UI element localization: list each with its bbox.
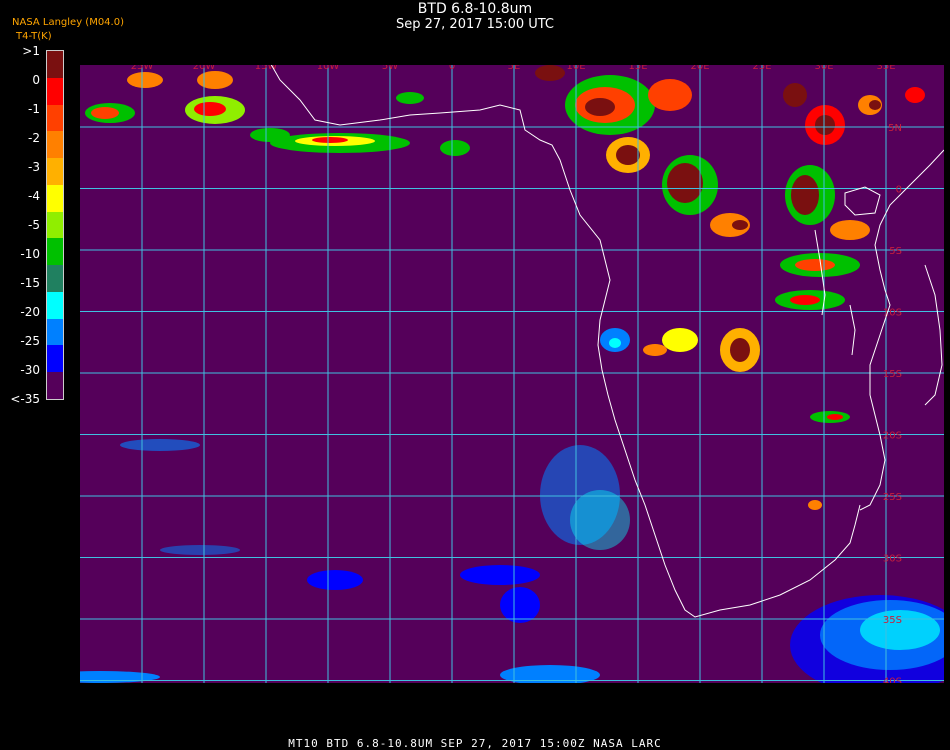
colorbar-label: -4 xyxy=(28,189,40,203)
source-label: NASA Langley (M04.0) xyxy=(12,17,124,28)
colorbar-label: 0 xyxy=(32,73,40,87)
colorbar-label: -25 xyxy=(20,334,40,348)
colorbar-segment xyxy=(47,372,63,399)
colorbar-segment xyxy=(47,345,63,373)
colorbar-segment xyxy=(47,104,63,132)
satellite-map: 25W 20W 15W 10W 5W 0 5E 10E 15E 20E 25E 30E 35E5N05S… xyxy=(80,65,944,683)
latitude-label: 20S xyxy=(883,431,902,442)
latitude-label: 35S xyxy=(883,615,902,626)
latitude-label: 5S xyxy=(889,246,902,257)
colorbar-segment xyxy=(47,211,63,239)
colorbar-segment xyxy=(47,184,63,212)
longitude-label: 15E xyxy=(628,65,647,72)
longitude-label: 30E xyxy=(814,65,833,72)
colorbar-segment xyxy=(47,77,63,105)
longitude-label: 5W xyxy=(382,65,398,72)
colorbar-label: -1 xyxy=(28,102,40,116)
colorbar-label: >1 xyxy=(22,44,40,58)
colorbar-label: -20 xyxy=(20,305,40,319)
colorbar-label: -15 xyxy=(20,276,40,290)
colorbar-segment xyxy=(47,238,63,266)
map-title: BTD 6.8-10.8um xyxy=(417,1,533,17)
colorbar-label: -30 xyxy=(20,363,40,377)
longitude-label: 0 xyxy=(449,65,455,72)
longitude-label: 20E xyxy=(690,65,709,72)
latitude-label: 15S xyxy=(883,369,902,380)
longitude-label: 10E xyxy=(566,65,585,72)
colorbar-segment xyxy=(47,265,63,292)
map-timestamp: Sep 27, 2017 15:00 UTC xyxy=(395,17,555,32)
units-label: T4-T(K) xyxy=(16,31,52,42)
footer-caption: MT10 BTD 6.8-10.8UM SEP 27, 2017 15:00Z … xyxy=(288,737,662,750)
latitude-label: 40S xyxy=(883,677,902,684)
longitude-label: 25W xyxy=(131,65,154,72)
colorbar-segment xyxy=(47,318,63,346)
longitude-label: 5E xyxy=(508,65,521,72)
longitude-label: 20W xyxy=(193,65,216,72)
colorbar-segment xyxy=(47,131,63,159)
latitude-label: 5N xyxy=(888,123,902,134)
longitude-label: 10W xyxy=(317,65,340,72)
colorbar-segment xyxy=(47,51,63,78)
colorbar-label: -2 xyxy=(28,131,40,145)
colorbar xyxy=(46,50,64,400)
latitude-label: 25S xyxy=(883,492,902,503)
colorbar-label: -5 xyxy=(28,218,40,232)
longitude-label: 35E xyxy=(876,65,895,72)
colorbar-label: <-35 xyxy=(10,392,40,406)
colorbar-segment xyxy=(47,291,63,319)
colorbar-segment xyxy=(47,158,63,185)
longitude-label: 25E xyxy=(752,65,771,72)
colorbar-label: -3 xyxy=(28,160,40,174)
latitude-label: 30S xyxy=(883,554,902,565)
colorbar-label: -10 xyxy=(20,247,40,261)
